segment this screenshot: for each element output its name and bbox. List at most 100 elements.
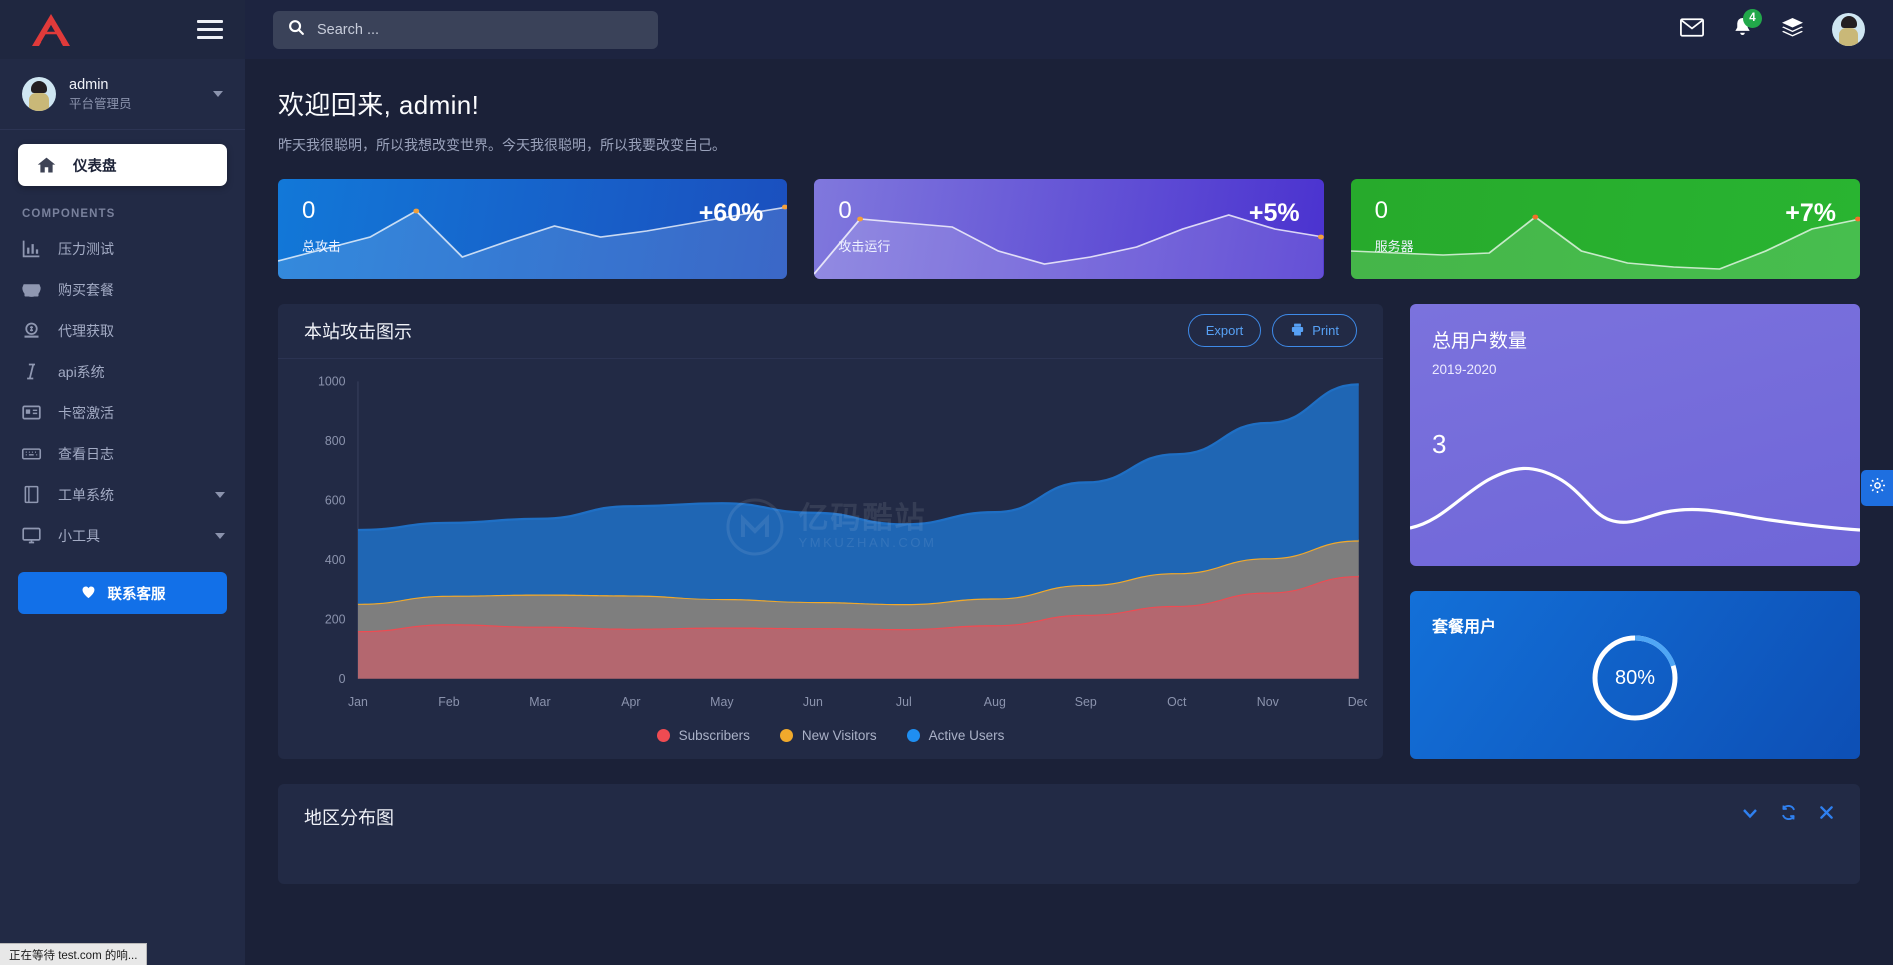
sidebar-item-label: 代理获取 (58, 322, 114, 339)
svg-text:Mar: Mar (529, 694, 550, 708)
chart-actions: Export Print (1187, 314, 1357, 348)
sidebar: admin 平台管理员 仪表盘 COMPONENTS 压力测试 购买套餐 代理获… (0, 0, 245, 965)
svg-text:Jan: Jan (348, 694, 368, 708)
export-button[interactable]: Export (1187, 314, 1262, 348)
stat-value: 0 (1374, 197, 1389, 224)
stacked-area-chart: 0 200 400 600 800 1000 Jan Feb Mar Apr May Jun Jul Au… (318, 374, 1370, 708)
sidebar-item-tools[interactable]: 小工具 (0, 515, 245, 556)
triangle-logo-icon[interactable] (28, 11, 74, 49)
bell-icon[interactable]: 4 (1732, 8, 1762, 44)
money-icon (21, 320, 42, 341)
book-icon (21, 484, 42, 505)
sidebar-item-buy-package[interactable]: 购买套餐 (0, 269, 245, 310)
chevron-down-icon[interactable] (215, 491, 225, 498)
card-title: 总用户数量 (1432, 331, 1528, 352)
browser-status-bar: 正在等待 test.com 的响... (0, 943, 148, 965)
sidebar-item-dashboard[interactable]: 仪表盘 (18, 144, 227, 187)
panel-title: 地区分布图 (304, 808, 394, 828)
user-avatar[interactable] (1832, 13, 1865, 46)
total-users-card[interactable]: 总用户数量 2019-2020 3 (1410, 304, 1860, 566)
refresh-icon[interactable] (1780, 804, 1797, 826)
sidebar-section-label: COMPONENTS (22, 208, 116, 221)
legend-item[interactable]: New Visitors (779, 728, 877, 743)
export-label: Export (1205, 323, 1244, 339)
sidebar-item-card-activate[interactable]: 卡密激活 (0, 392, 245, 433)
sidebar-item-label: 工单系统 (58, 486, 114, 503)
printer-icon (1290, 322, 1305, 340)
chevron-down-icon[interactable] (1742, 806, 1758, 824)
svg-text:Apr: Apr (621, 694, 640, 708)
settings-tab-button[interactable] (1861, 470, 1893, 506)
svg-text:400: 400 (325, 552, 346, 566)
chart-title: 本站攻击图示 (304, 321, 412, 342)
heart-icon (80, 583, 97, 603)
chart-panel-header: 本站攻击图示 Export Print (278, 304, 1383, 359)
print-button[interactable]: Print (1272, 314, 1357, 348)
sidebar-item-ticket-system[interactable]: 工单系统 (0, 474, 245, 515)
sidebar-item-label: 小工具 (58, 527, 100, 544)
legend-label: New Visitors (801, 728, 877, 743)
stat-card-servers[interactable]: 0 服务器 +7% (1350, 179, 1860, 279)
italic-i-icon (21, 361, 42, 382)
legend-label: Active Users (928, 728, 1005, 743)
card-subtitle: 2019-2020 (1432, 362, 1497, 377)
stat-value: 0 (302, 197, 316, 224)
sidebar-item-api[interactable]: api系统 (0, 351, 245, 392)
package-users-card[interactable]: 套餐用户 80% (1410, 591, 1860, 759)
page-title: 欢迎回来, admin! (278, 90, 480, 120)
legend-item[interactable]: Active Users (906, 728, 1005, 743)
stat-percent: +7% (1785, 199, 1836, 227)
app-root: admin 平台管理员 仪表盘 COMPONENTS 压力测试 购买套餐 代理获… (0, 0, 1893, 965)
attack-chart-panel: 本站攻击图示 Export Print 亿码酷站 0 200 400 600 8… (278, 304, 1383, 759)
search-box[interactable] (273, 10, 658, 49)
donut-percent-label: 80% (1614, 666, 1656, 689)
package-donut-chart: 80% (1588, 631, 1682, 725)
panel-actions (1742, 804, 1834, 826)
sidebar-header (0, 0, 245, 59)
sidebar-item-logs[interactable]: 查看日志 (0, 433, 245, 474)
dashboard-grid: 本站攻击图示 Export Print 亿码酷站 0 200 400 600 8… (278, 304, 1860, 759)
svg-text:200: 200 (325, 612, 346, 626)
contact-support-label: 联系客服 (107, 586, 166, 603)
chevron-down-icon[interactable] (215, 532, 225, 539)
store-icon (21, 279, 42, 300)
stat-card-total-attacks[interactable]: 0 总攻击 +60% (278, 179, 788, 279)
main-area: 4 欢迎回来, admin! 昨天我很聪明，所以我想改变世界。今天我很聪明，所以… (245, 0, 1893, 965)
svg-text:Oct: Oct (1167, 694, 1187, 708)
stat-label: 总攻击 (302, 239, 342, 254)
hamburger-icon[interactable] (197, 20, 223, 39)
chart-bar-icon (21, 238, 42, 259)
svg-text:Sep: Sep (1075, 694, 1097, 708)
card-title: 套餐用户 (1432, 619, 1497, 636)
svg-text:Jul: Jul (896, 694, 912, 708)
id-card-icon (21, 402, 42, 423)
svg-text:Dec: Dec (1348, 694, 1367, 708)
keyboard-icon (21, 443, 42, 464)
chart-canvas[interactable]: 亿码酷站 YMKUZHAN.COM 02004006008001000JanFe… (278, 359, 1383, 724)
sidebar-item-agent[interactable]: 代理获取 (0, 310, 245, 351)
sidebar-item-label: api系统 (58, 363, 105, 380)
stat-percent: +60% (698, 199, 764, 227)
sidebar-item-label: 卡密激活 (58, 404, 114, 421)
svg-text:Jun: Jun (803, 694, 823, 708)
legend-item[interactable]: Subscribers (656, 728, 750, 743)
profile-role: 平台管理员 (69, 96, 132, 111)
page-subtitle: 昨天我很聪明，所以我想改变世界。今天我很聪明，所以我要改变自己。 (278, 137, 726, 153)
sidebar-item-label: 仪表盘 (73, 158, 117, 175)
chevron-down-icon[interactable] (213, 91, 223, 98)
svg-text:Feb: Feb (438, 694, 459, 708)
region-distribution-panel: 地区分布图 (278, 784, 1860, 884)
sidebar-profile[interactable]: admin 平台管理员 (0, 59, 245, 131)
notification-badge: 4 (1743, 8, 1762, 28)
gear-icon (1868, 476, 1887, 500)
sidebar-item-stress-test[interactable]: 压力测试 (0, 228, 245, 269)
envelope-icon[interactable] (1680, 17, 1704, 42)
contact-support-button[interactable]: 联系客服 (18, 572, 227, 615)
close-icon[interactable] (1819, 805, 1834, 825)
svg-text:800: 800 (325, 433, 346, 447)
search-input[interactable] (317, 21, 643, 38)
layers-icon[interactable] (1781, 17, 1804, 43)
svg-text:May: May (710, 694, 734, 708)
legend-color-dot (656, 729, 670, 742)
stat-card-attacks-running[interactable]: 0 攻击运行 +5% (814, 179, 1324, 279)
